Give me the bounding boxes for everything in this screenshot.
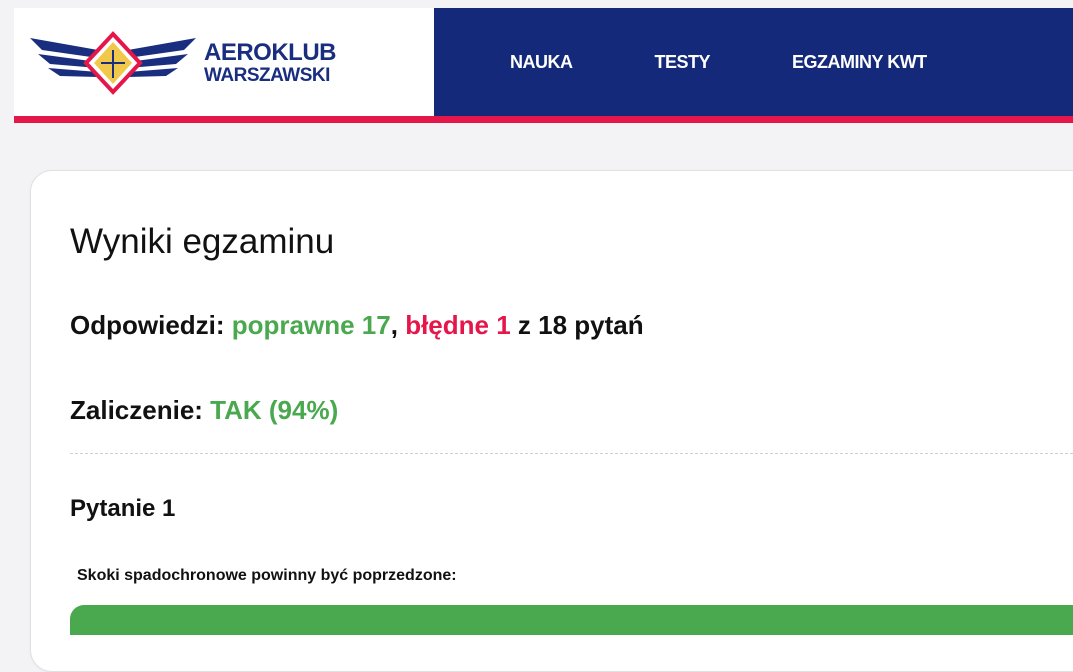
- wrong-count: błędne 1: [405, 310, 511, 340]
- top-navigation-bar: AEROKLUB WARSZAWSKI NAUKA TESTY EGZAMINY…: [14, 8, 1073, 116]
- logo[interactable]: AEROKLUB WARSZAWSKI: [14, 8, 434, 116]
- pass-summary: Zaliczenie: TAK (94%): [70, 395, 338, 426]
- pass-label: Zaliczenie:: [70, 395, 203, 425]
- winged-logo-icon: [30, 31, 196, 95]
- main-nav: NAUKA TESTY EGZAMINY KWT: [434, 8, 1073, 116]
- correct-answer-option[interactable]: [70, 605, 1073, 635]
- header-accent-line: [14, 116, 1073, 123]
- nav-item-testy[interactable]: TESTY: [655, 52, 711, 73]
- page-title: Wyniki egzaminu: [70, 222, 335, 261]
- answers-summary: Odpowiedzi: poprawne 17, błędne 1 z 18 p…: [70, 310, 644, 341]
- answers-separator: ,: [390, 310, 398, 340]
- pass-value: TAK (94%): [210, 395, 339, 425]
- nav-item-nauka[interactable]: NAUKA: [510, 52, 573, 73]
- logo-text-line2: WARSZAWSKI: [204, 65, 330, 86]
- nav-item-egzaminy-kwt[interactable]: EGZAMINY KWT: [792, 52, 927, 73]
- question-title: Pytanie 1: [70, 495, 176, 522]
- correct-count: poprawne 17: [231, 310, 391, 340]
- divider: [70, 453, 1073, 454]
- question-text: Skoki spadochronowe powinny być poprzedz…: [77, 567, 457, 584]
- answers-label: Odpowiedzi:: [70, 310, 225, 340]
- total-questions: z 18 pytań: [517, 310, 644, 340]
- logo-text-line1: AEROKLUB: [204, 39, 337, 66]
- logo-text: AEROKLUB WARSZAWSKI: [204, 39, 337, 86]
